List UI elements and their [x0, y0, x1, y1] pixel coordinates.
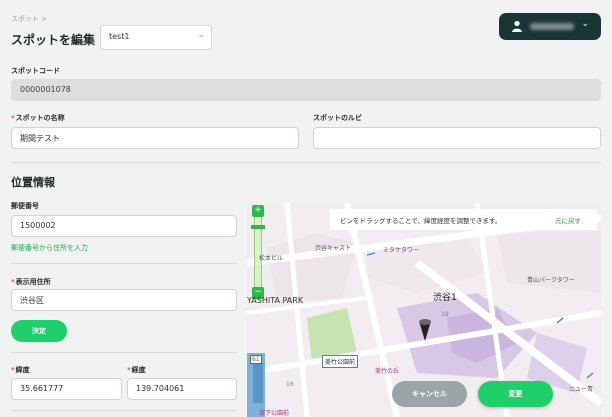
breadcrumb[interactable]: スポット > [11, 14, 47, 24]
address-label-text: 表示用住所 [15, 278, 51, 286]
zoom-slider[interactable] [254, 205, 262, 299]
spot-code-field: 0000001078 [11, 79, 601, 101]
location-section-title: 位置情報 [11, 176, 55, 189]
spot-select-value: test1 [109, 32, 130, 41]
postal-lookup-link[interactable]: 郵便番号から住所を入力 [11, 243, 88, 253]
divider [11, 263, 237, 264]
postal-code-label: 郵便番号 [11, 202, 39, 210]
latitude-label: *緯度 [11, 365, 30, 375]
longitude-label: *経度 [127, 365, 146, 375]
change-button[interactable]: 変更 [478, 381, 553, 407]
spot-ruby-label: スポットのルビ [313, 114, 362, 122]
required-mark: * [127, 366, 131, 374]
map-label: 16 [286, 381, 294, 388]
zoom-in-button[interactable]: + [252, 205, 264, 217]
spot-name-field[interactable]: 期間テスト [11, 127, 299, 149]
required-mark: * [11, 366, 15, 374]
required-mark: * [11, 278, 15, 286]
map-label: 青山パークタワー [527, 277, 575, 284]
cancel-button[interactable]: キャンセル [392, 381, 467, 407]
map-notice: ピンをドラッグすることで、緯度経度を調整できます。 元に戻す [330, 209, 597, 230]
map-label: 美竹の丘 [375, 368, 400, 375]
map-label: 18 [441, 311, 449, 318]
spot-name-label-text: スポットの名称 [15, 114, 65, 122]
longitude-field[interactable]: 139.704061 [127, 378, 237, 400]
chevron-down-icon: ⌄ [197, 30, 205, 40]
spot-name-label: *スポットの名称 [11, 113, 65, 123]
zoom-slider-handle[interactable] [251, 225, 265, 229]
latitude-label-text: 緯度 [15, 366, 30, 374]
user-name-redacted [530, 23, 574, 30]
spot-ruby-field[interactable] [313, 127, 601, 149]
divider [11, 162, 601, 163]
spot-select[interactable]: test1 ⌄ [100, 25, 212, 50]
address-label: *表示用住所 [11, 277, 51, 287]
postal-code-field[interactable]: 1500002 [11, 215, 237, 237]
map-label: ニュー青 [569, 386, 594, 393]
map-label: 松本ビル [259, 255, 284, 262]
map-label: YASHITA PARK [247, 296, 304, 305]
map-notice-text: ピンをドラッグすることで、緯度経度を調整できます。 [340, 217, 502, 225]
address-field[interactable]: 渋谷区 [11, 289, 237, 311]
chevron-down-icon: ⌄ [581, 19, 589, 29]
map-label: 渋谷1 [433, 293, 457, 303]
map-label: 61 [250, 355, 262, 364]
map-label: 美竹公園前 [322, 355, 359, 368]
map-label: ミタケタワー [383, 247, 420, 254]
map-reset-link[interactable]: 元に戻す [555, 215, 581, 225]
page-title: スポットを編集 [11, 33, 96, 47]
longitude-label-text: 経度 [131, 366, 146, 374]
user-icon [512, 20, 522, 32]
required-mark: * [11, 114, 15, 122]
map-label: 渋谷キャスト [315, 245, 352, 252]
spot-code-label: スポットコード [11, 67, 60, 75]
confirm-address-button[interactable]: 決定 [11, 320, 67, 342]
latitude-field[interactable]: 35.661777 [11, 378, 122, 400]
map-label: 宮下公園前 [259, 410, 290, 417]
divider [11, 352, 237, 353]
divider [11, 410, 237, 411]
user-menu-button[interactable]: ⌄ [499, 13, 601, 40]
